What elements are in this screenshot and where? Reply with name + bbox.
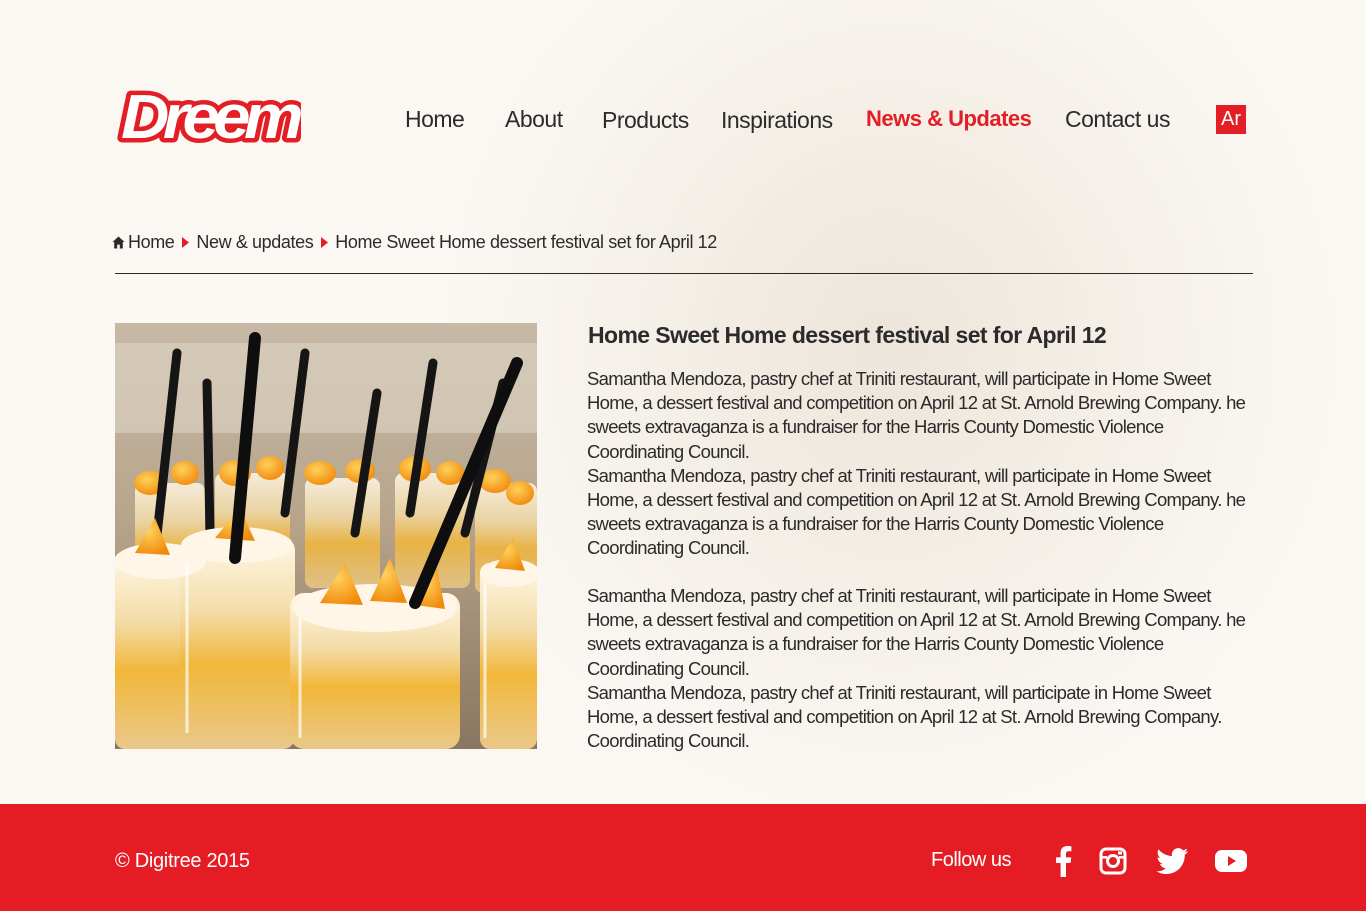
breadcrumb-home-link[interactable]: Home bbox=[128, 232, 175, 253]
home-icon bbox=[112, 236, 125, 248]
language-toggle-button[interactable]: Ar bbox=[1216, 105, 1246, 134]
nav-products[interactable]: Products bbox=[602, 107, 689, 134]
nav-inspirations[interactable]: Inspirations bbox=[721, 107, 833, 134]
nav-contact-us[interactable]: Contact us bbox=[1065, 106, 1170, 133]
main-nav: Home About Products Inspirations News & … bbox=[0, 104, 1366, 138]
nav-home[interactable]: Home bbox=[405, 106, 465, 133]
nav-about[interactable]: About bbox=[505, 106, 563, 133]
nav-news-updates[interactable]: News & Updates bbox=[866, 106, 1032, 132]
follow-us-label: Follow us bbox=[931, 849, 1011, 871]
chevron-right-icon bbox=[182, 236, 190, 248]
article-image bbox=[115, 323, 537, 749]
copyright-text: © Digitree 2015 bbox=[115, 850, 250, 872]
instagram-icon[interactable] bbox=[1099, 844, 1127, 878]
article-body-block-2: Samantha Mendoza, pastry chef at Triniti… bbox=[587, 584, 1257, 753]
breadcrumb: Home New & updates Home Sweet Home desse… bbox=[112, 230, 717, 254]
article-paragraph: Samantha Mendoza, pastry chef at Triniti… bbox=[587, 464, 1246, 559]
breadcrumb-current: Home Sweet Home dessert festival set for… bbox=[335, 231, 717, 252]
chevron-right-icon bbox=[321, 236, 329, 248]
youtube-icon[interactable] bbox=[1215, 844, 1247, 878]
facebook-icon[interactable] bbox=[1054, 844, 1072, 878]
breadcrumb-news-link[interactable]: New & updates bbox=[196, 232, 313, 253]
article-paragraph: Samantha Mendoza, pastry chef at Triniti… bbox=[587, 585, 1246, 679]
article-paragraph: Samantha Mendoza, pastry chef at Triniti… bbox=[587, 368, 1246, 462]
twitter-icon[interactable] bbox=[1156, 844, 1189, 878]
article-body-block-1: Samantha Mendoza, pastry chef at Triniti… bbox=[587, 367, 1257, 561]
article-paragraph: Samantha Mendoza, pastry chef at Triniti… bbox=[587, 681, 1222, 752]
footer: © Digitree 2015 Follow us bbox=[0, 804, 1366, 911]
divider bbox=[115, 273, 1253, 274]
article-title: Home Sweet Home dessert festival set for… bbox=[588, 322, 1107, 348]
